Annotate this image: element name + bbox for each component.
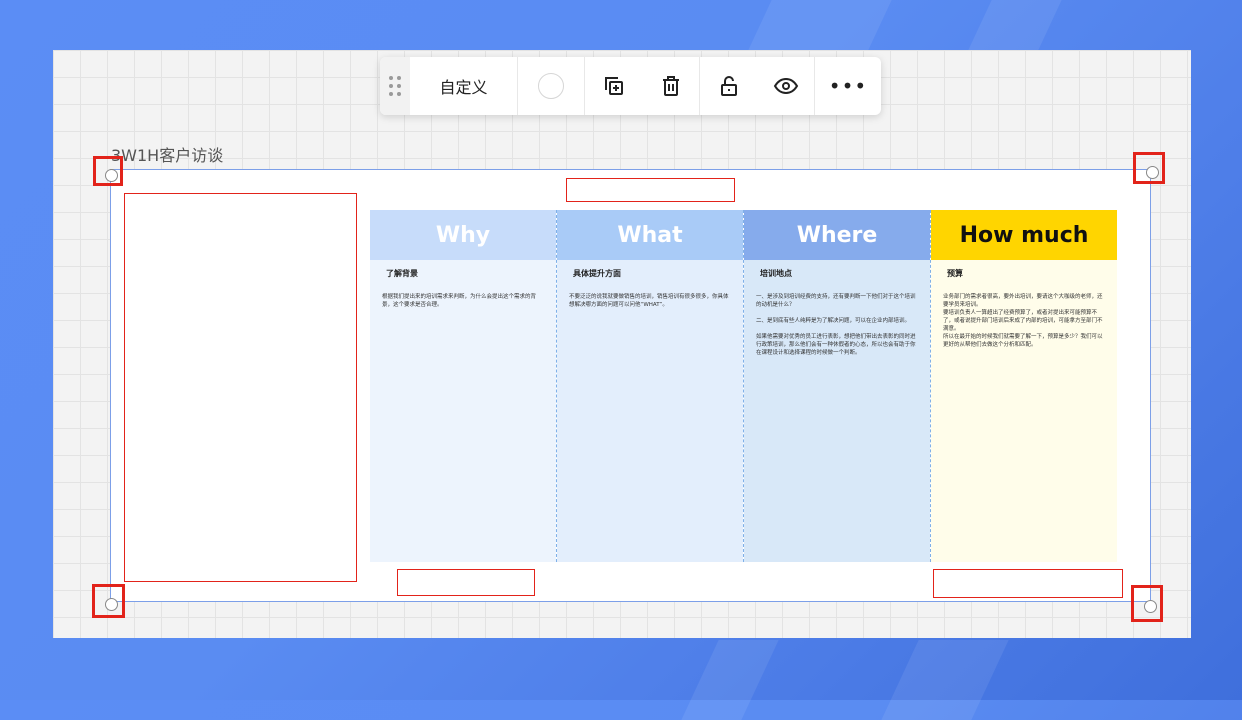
column-body[interactable]: 具体提升方面 不要泛泛的说我就要做销售的培训，销售培训有很多很多，你具体想解决哪… — [557, 260, 743, 562]
column-heading: What — [557, 210, 743, 260]
column-heading: Why — [370, 210, 556, 260]
handle-knob-icon — [1146, 166, 1159, 179]
column-body[interactable]: 预算 业务部门的需求者很高，要外出培训，要请这个大咖级的老师，还要学员来培训。 … — [931, 260, 1117, 562]
bottom-left-placeholder[interactable] — [397, 569, 535, 596]
handle-knob-icon — [105, 169, 118, 182]
column-text: 业务部门的需求者很高，要外出培训，要请这个大咖级的老师，还要学员来培训。 要培训… — [943, 294, 1103, 348]
column-subtitle: 了解背景 — [386, 269, 418, 278]
resize-handle-bottom-right[interactable] — [1131, 585, 1163, 622]
view-actions-group — [700, 71, 814, 101]
edit-actions-group — [585, 71, 699, 101]
column-why[interactable]: Why 了解背景 根据我们提出来的培训需求来判断，为什么会提出这个需求的背景，这… — [370, 210, 557, 562]
column-text: 根据我们提出来的培训需求来判断，为什么会提出这个需求的背景，这个要求是否合理。 — [382, 294, 537, 308]
column-subtitle: 培训地点 — [760, 269, 792, 278]
drag-handle-icon[interactable] — [380, 57, 410, 115]
eye-icon — [773, 77, 798, 95]
background-stripe — [881, 640, 1009, 720]
color-swatch — [538, 73, 564, 99]
duplicate-button[interactable] — [599, 71, 629, 101]
resize-handle-top-right[interactable] — [1133, 152, 1165, 184]
style-dropdown[interactable]: 自定义 — [410, 74, 517, 98]
handle-knob-icon — [1144, 600, 1157, 613]
floating-toolbar: 自定义 ••• — [380, 57, 881, 115]
handle-knob-icon — [105, 598, 118, 611]
resize-handle-bottom-left[interactable] — [92, 584, 125, 618]
column-heading: Where — [744, 210, 930, 260]
column-subtitle: 具体提升方面 — [573, 269, 621, 278]
column-how-much[interactable]: How much 预算 业务部门的需求者很高，要外出培训，要请这个大咖级的老师，… — [931, 210, 1117, 562]
column-body[interactable]: 培训地点 一、是涉及到培训经费的支持，还有要判断一下他们对于这个培训的动机是什么… — [744, 260, 930, 562]
3w1h-columns: Why 了解背景 根据我们提出来的培训需求来判断，为什么会提出这个需求的背景，这… — [370, 210, 1117, 562]
column-where[interactable]: Where 培训地点 一、是涉及到培训经费的支持，还有要判断一下他们对于这个培训… — [744, 210, 931, 562]
lock-toggle-button[interactable] — [714, 71, 744, 101]
color-picker-button[interactable] — [518, 73, 584, 99]
column-text: 一、是涉及到培训经费的支持，还有要判断一下他们对于这个培训的动机是什么？ 二、是… — [756, 294, 916, 356]
visibility-button[interactable] — [771, 71, 801, 101]
top-title-placeholder[interactable] — [566, 178, 735, 202]
column-body[interactable]: 了解背景 根据我们提出来的培训需求来判断，为什么会提出这个需求的背景，这个要求是… — [370, 260, 556, 562]
column-text: 不要泛泛的说我就要做销售的培训，销售培训有很多很多，你具体想解决哪方面的问题可以… — [569, 294, 729, 308]
unlock-icon — [720, 76, 737, 96]
bottom-right-placeholder[interactable] — [933, 569, 1123, 598]
delete-icon — [662, 76, 679, 96]
background-stripe — [681, 640, 779, 720]
duplicate-icon — [604, 77, 623, 95]
resize-handle-top-left[interactable] — [93, 156, 123, 186]
board-title[interactable]: 3W1H客户访谈 — [111, 142, 223, 166]
more-icon[interactable]: ••• — [815, 74, 881, 98]
left-placeholder-box[interactable] — [124, 193, 357, 582]
delete-button[interactable] — [656, 71, 686, 101]
column-subtitle: 预算 — [947, 269, 963, 278]
column-heading: How much — [931, 210, 1117, 260]
column-what[interactable]: What 具体提升方面 不要泛泛的说我就要做销售的培训，销售培训有很多很多，你具… — [557, 210, 744, 562]
